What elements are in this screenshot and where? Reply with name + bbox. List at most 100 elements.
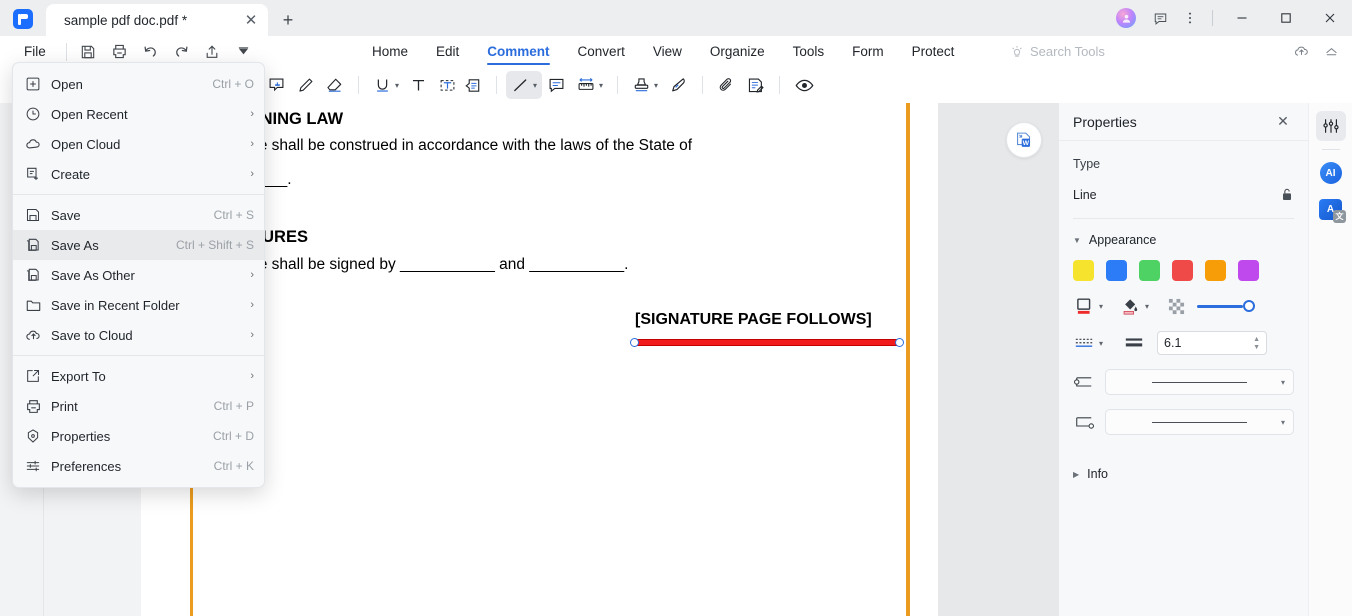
color-swatch-orange[interactable] [1205,260,1226,281]
note-icon[interactable] [262,71,291,99]
line-weight-input[interactable]: 6.1 ▲ ▼ [1157,331,1268,355]
maximize-button[interactable] [1264,0,1308,36]
line-handle-end[interactable] [895,338,904,347]
menu-item-open-cloud[interactable]: Open Cloud › [13,129,264,159]
pencil-icon[interactable] [291,71,320,99]
eraser-icon[interactable] [320,71,349,99]
line-icon[interactable]: ▾ [506,71,543,99]
close-tab-icon[interactable]: ✕ [238,7,264,33]
stepper-up-icon[interactable]: ▲ [1253,336,1260,343]
share-icon[interactable] [197,39,228,65]
chevron-down-icon[interactable]: ▾ [533,81,537,90]
attachment-icon[interactable] [712,71,741,99]
chevron-down-icon[interactable]: ▾ [1281,378,1285,387]
lock-icon[interactable] [1280,187,1294,202]
comment-icon[interactable] [542,71,571,99]
end-style-select[interactable]: ▾ [1105,409,1294,435]
opacity-slider-knob[interactable] [1243,300,1256,312]
stroke-color-icon[interactable] [1073,295,1095,317]
chevron-down-icon[interactable]: ▾ [1145,302,1149,311]
text-icon[interactable] [404,71,433,99]
tab-tools[interactable]: Tools [779,36,839,67]
avatar[interactable] [1116,8,1136,28]
line-annotation[interactable] [634,339,899,346]
redo-icon[interactable] [166,39,197,65]
line-handle-start[interactable] [630,338,639,347]
tab-protect[interactable]: Protect [898,36,969,67]
fill-color-icon[interactable] [1119,295,1141,317]
new-tab-icon[interactable]: + [276,8,300,32]
file-dropdown-menu[interactable]: Open Ctrl + O Open Recent › Open Cloud › [12,62,265,488]
menu-item-save[interactable]: Save Ctrl + S [13,200,264,230]
chevron-down-icon[interactable]: ▾ [1099,302,1103,311]
undo-icon[interactable] [135,39,166,65]
menu-item-save-in-recent-folder[interactable]: Save in Recent Folder › [13,290,264,320]
end-arrow-icon[interactable] [1073,411,1095,433]
tab-organize[interactable]: Organize [696,36,779,67]
line-weight-stepper[interactable]: ▲ ▼ [1253,336,1260,351]
save-icon[interactable] [73,39,104,65]
summary-icon[interactable] [741,71,770,99]
document-tab[interactable]: sample pdf doc.pdf * ✕ [46,4,268,36]
underline-icon[interactable]: ▾ [368,71,404,99]
start-arrow-icon[interactable] [1073,371,1095,393]
chevron-down-icon[interactable]: ▾ [1099,339,1103,348]
menu-item-print[interactable]: Print Ctrl + P [13,391,264,421]
menu-item-export-to[interactable]: Export To › [13,361,264,391]
feedback-icon[interactable] [1145,3,1175,33]
opacity-slider[interactable] [1197,298,1256,314]
close-button[interactable] [1308,0,1352,36]
menu-item-create[interactable]: Create › [13,159,264,189]
stepper-down-icon[interactable]: ▼ [1253,344,1260,351]
tab-home[interactable]: Home [358,36,422,67]
color-swatch-purple[interactable] [1238,260,1259,281]
chevron-down-icon[interactable]: ▼ [1073,236,1081,245]
tab-convert[interactable]: Convert [564,36,639,67]
word-convert-icon[interactable]: W [1006,122,1042,158]
transparency-icon[interactable] [1165,295,1187,317]
collapse-ribbon-icon[interactable] [1316,39,1346,65]
search-tools[interactable]: Search Tools [1010,36,1105,67]
sidebar-item-ai[interactable]: AI [1316,158,1346,188]
chevron-down-icon[interactable]: ▾ [599,81,603,90]
callout-icon[interactable] [458,71,487,99]
menu-item-open-recent[interactable]: Open Recent › [13,99,264,129]
stamp-icon[interactable]: ▾ [627,71,663,99]
start-style-select[interactable]: ▾ [1105,369,1294,395]
menu-item-save-as-other[interactable]: Save As Other › [13,260,264,290]
close-icon[interactable]: ✕ [1272,111,1294,133]
sidebar-item-translate[interactable]: A [1316,194,1346,224]
tab-view[interactable]: View [639,36,696,67]
color-swatch-blue[interactable] [1106,260,1127,281]
appearance-section-header[interactable]: ▼ Appearance [1059,233,1308,247]
chevron-down-icon[interactable]: ▾ [654,81,658,90]
menu-item-preferences[interactable]: Preferences Ctrl + K [13,451,264,481]
color-swatch-red[interactable] [1172,260,1193,281]
more-options-icon[interactable] [1175,3,1205,33]
menu-item-properties[interactable]: Properties Ctrl + D [13,421,264,451]
more-quick-access-icon[interactable] [228,39,259,65]
color-swatch-green[interactable] [1139,260,1160,281]
menu-item-save-as[interactable]: Save As Ctrl + Shift + S [13,230,264,260]
show-hide-icon[interactable] [789,71,820,99]
chevron-down-icon[interactable]: ▾ [395,81,399,90]
menu-item-save-to-cloud[interactable]: Save to Cloud › [13,320,264,350]
measure-icon[interactable]: ▾ [571,71,608,99]
chevron-right-icon[interactable]: ▶ [1073,470,1079,479]
tab-form[interactable]: Form [838,36,898,67]
signature-icon[interactable] [663,71,693,99]
tab-comment[interactable]: Comment [473,36,563,67]
textbox-icon[interactable] [433,71,458,99]
color-swatch-yellow[interactable] [1073,260,1094,281]
line-weight-icon[interactable] [1123,332,1145,354]
print-icon[interactable] [104,39,135,65]
minimize-button[interactable] [1220,0,1264,36]
menu-item-open[interactable]: Open Ctrl + O [13,69,264,99]
sidebar-item-properties[interactable] [1315,111,1346,141]
tab-edit[interactable]: Edit [422,36,473,67]
cloud-upload-icon[interactable] [1286,39,1316,65]
file-menu-button[interactable]: File [14,41,56,62]
info-section-header[interactable]: ▶ Info [1059,467,1308,481]
chevron-down-icon[interactable]: ▾ [1281,418,1285,427]
line-style-icon[interactable] [1073,332,1095,354]
